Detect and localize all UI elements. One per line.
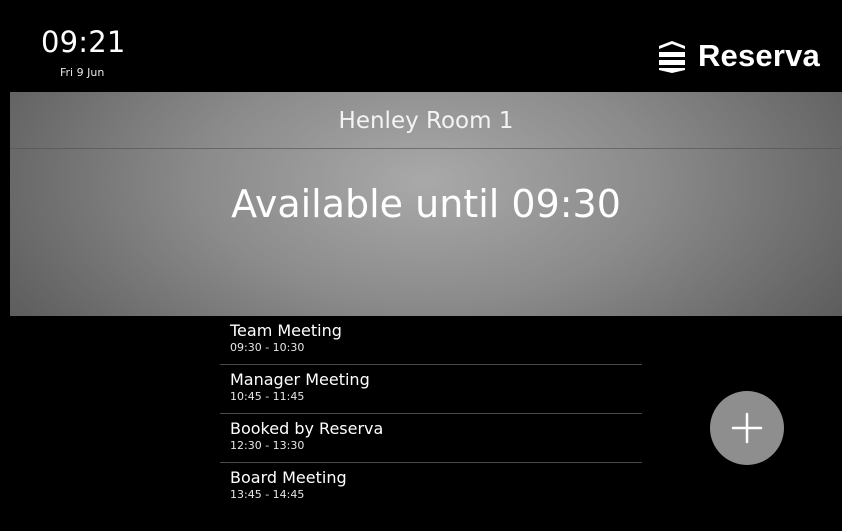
top-bar: 09:21 Fri 9 Jun Reserva — [10, 14, 842, 92]
brand-name: Reserva — [697, 38, 820, 73]
stacked-layers-logo-icon — [658, 41, 685, 73]
room-status-panel: Henley Room 1 Available until 09:30 — [10, 92, 842, 316]
booking-time: 10:45 - 11:45 — [230, 390, 305, 403]
plus-icon — [731, 412, 763, 444]
add-booking-button[interactable] — [710, 391, 784, 465]
current-time: 09:21 — [41, 25, 126, 59]
booking-item[interactable]: Manager Meeting 10:45 - 11:45 — [220, 365, 642, 414]
booking-list: Team Meeting 09:30 - 10:30 Manager Meeti… — [220, 316, 642, 512]
booking-title: Team Meeting — [230, 321, 342, 340]
booking-item[interactable]: Team Meeting 09:30 - 10:30 — [220, 316, 642, 365]
brand-logo: Reserva — [655, 36, 820, 76]
booking-title: Booked by Reserva — [230, 419, 384, 438]
availability-status: Available until 09:30 — [231, 182, 621, 226]
booking-item[interactable]: Board Meeting 13:45 - 14:45 — [220, 463, 642, 512]
current-date: Fri 9 Jun — [60, 66, 105, 79]
room-name: Henley Room 1 — [338, 108, 514, 134]
booking-title: Manager Meeting — [230, 370, 370, 389]
divider — [10, 148, 842, 149]
room-display-screen: 09:21 Fri 9 Jun Reserva Henley Room 1 Av… — [10, 14, 842, 531]
booking-item[interactable]: Booked by Reserva 12:30 - 13:30 — [220, 414, 642, 463]
booking-time: 13:45 - 14:45 — [230, 488, 305, 501]
booking-time: 09:30 - 10:30 — [230, 341, 305, 354]
booking-title: Board Meeting — [230, 468, 347, 487]
booking-time: 12:30 - 13:30 — [230, 439, 305, 452]
